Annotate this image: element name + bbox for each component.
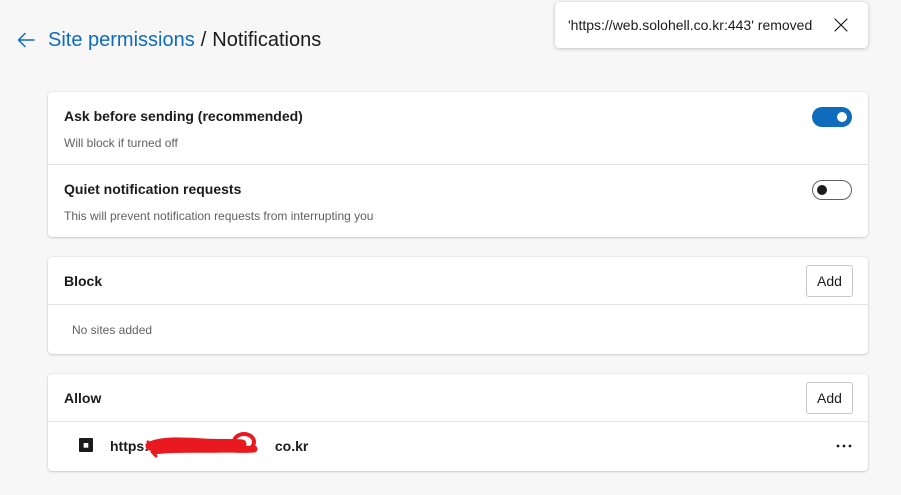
block-add-button[interactable]: Add [806,265,853,297]
toggle-knob [817,185,827,195]
ask-before-sending-subtitle: Will block if turned off [64,136,178,150]
block-empty-text: No sites added [72,323,153,337]
quiet-requests-toggle[interactable] [812,180,852,200]
block-header: Block Add [48,257,868,305]
quiet-requests-title: Quiet notification requests [64,181,242,197]
block-title: Block [64,273,103,289]
quiet-requests-row: Quiet notification requests This will pr… [48,164,868,236]
allow-header: Allow Add [48,374,868,422]
ask-before-sending-title: Ask before sending (recommended) [64,108,303,124]
more-horizontal-icon [836,444,852,448]
arrow-left-icon [17,32,35,48]
allow-title: Allow [64,390,102,406]
site-url-suffix: co.kr [274,438,309,454]
ask-before-sending-toggle[interactable] [812,107,852,127]
allow-site-row[interactable]: ■ https: co.kr [48,422,868,471]
allow-add-button[interactable]: Add [806,382,853,414]
allow-card: Allow Add ■ https: co.kr [48,374,868,471]
block-card: Block Add No sites added [48,257,868,354]
page-title: Notifications [212,29,322,51]
toggle-knob [837,112,847,122]
breadcrumb-separator: / [200,29,207,51]
close-icon [834,18,848,32]
notification-settings-card: Ask before sending (recommended) Will bl… [48,92,868,237]
back-button[interactable] [14,28,38,52]
removed-toast: 'https://web.solohell.co.kr:443' removed [555,2,868,48]
site-more-actions-button[interactable] [832,434,856,458]
toast-message: 'https://web.solohell.co.kr:443' removed [568,17,813,33]
redaction-scribble [145,432,258,458]
toast-close-button[interactable] [826,10,856,40]
quiet-requests-subtitle: This will prevent notification requests … [64,209,374,223]
page-header: Site permissions / Notifications [14,26,321,54]
breadcrumb: Site permissions / Notifications [48,26,321,54]
site-favicon-icon: ■ [79,438,93,452]
ask-before-sending-row: Ask before sending (recommended) Will bl… [48,92,868,164]
breadcrumb-site-permissions[interactable]: Site permissions [48,29,195,51]
